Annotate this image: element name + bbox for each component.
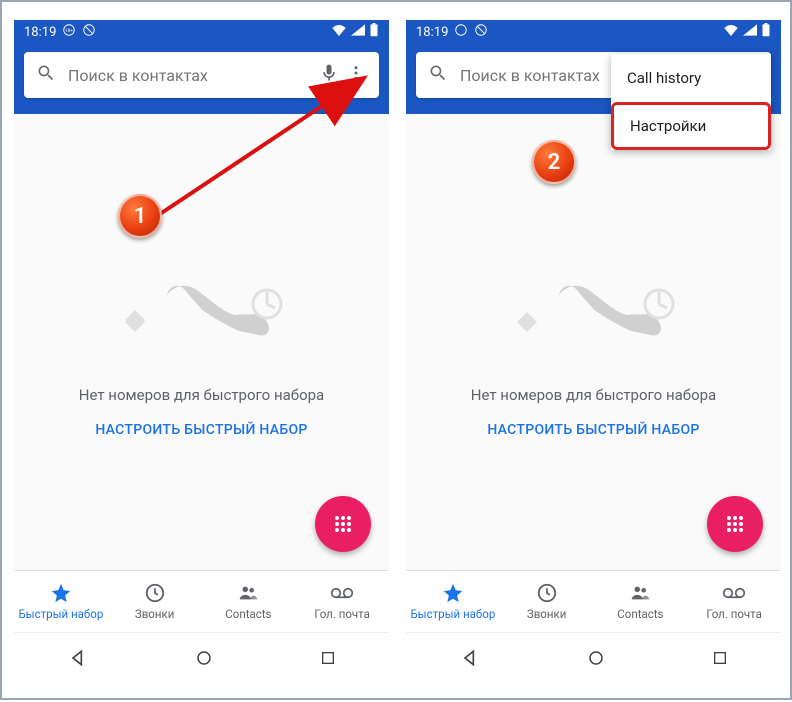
nav-label: Contacts (617, 607, 663, 621)
nav-label: Гол. почта (314, 607, 370, 621)
nav-label: Contacts (225, 607, 271, 621)
overflow-menu: Call history Настройки (611, 54, 771, 150)
back-key[interactable] (68, 648, 88, 672)
system-nav-bar (14, 632, 389, 680)
mic-icon[interactable] (319, 63, 339, 87)
empty-state-message: Нет номеров для быстрого набора (471, 386, 716, 404)
search-bar[interactable]: Поиск в контактах (24, 52, 379, 98)
empty-state-illustration (509, 256, 679, 356)
search-icon (36, 63, 56, 87)
dialpad-fab[interactable] (707, 496, 763, 552)
status-bar: 18:19 (406, 20, 781, 44)
app-bar: Поиск в контактах (14, 44, 389, 114)
svg-text:18+: 18+ (65, 28, 73, 34)
status-nodata-icon (82, 23, 96, 41)
search-placeholder: Поиск в контактах (68, 66, 319, 85)
search-icon (428, 63, 448, 87)
nav-contacts[interactable]: Contacts (594, 571, 688, 632)
wifi-icon (723, 24, 739, 40)
overflow-menu-button[interactable] (339, 56, 373, 94)
status-nodata-icon (474, 23, 488, 41)
home-key[interactable] (195, 649, 213, 671)
back-key[interactable] (460, 648, 480, 672)
nav-calls[interactable]: Звонки (500, 571, 594, 632)
empty-state-illustration (117, 256, 287, 356)
nav-voicemail[interactable]: Гол. почта (295, 571, 389, 632)
nav-speed-dial[interactable]: Быстрый набор (406, 571, 500, 632)
status-badge-icon (454, 23, 468, 41)
tutorial-canvas: 18:19 18+ (0, 0, 792, 700)
main-content: Нет номеров для быстрого набора НАСТРОИТ… (14, 114, 389, 570)
nav-label: Быстрый набор (410, 607, 495, 621)
status-time: 18:19 (416, 25, 448, 40)
status-time: 18:19 (24, 25, 56, 40)
nav-speed-dial[interactable]: Быстрый набор (14, 571, 108, 632)
recents-key[interactable] (320, 650, 336, 670)
nav-label: Звонки (135, 607, 174, 621)
system-nav-bar (406, 632, 781, 680)
signal-icon (351, 24, 365, 40)
dialpad-fab[interactable] (315, 496, 371, 552)
main-content: Нет номеров для быстрого набора НАСТРОИТ… (406, 114, 781, 570)
menu-call-history[interactable]: Call history (611, 54, 771, 102)
battery-icon (369, 23, 379, 41)
setup-speed-dial-button[interactable]: НАСТРОИТЬ БЫСТРЫЙ НАБОР (487, 422, 699, 438)
recents-key[interactable] (712, 650, 728, 670)
nav-contacts[interactable]: Contacts (202, 571, 296, 632)
status-bar: 18:19 18+ (14, 20, 389, 44)
nav-calls[interactable]: Звонки (108, 571, 202, 632)
nav-voicemail[interactable]: Гол. почта (687, 571, 781, 632)
nav-label: Звонки (527, 607, 566, 621)
annotation-step-1: 1 (118, 194, 162, 238)
battery-icon (761, 23, 771, 41)
home-key[interactable] (587, 649, 605, 671)
bottom-nav: Быстрый набор Звонки Contacts Гол. почта (14, 570, 389, 632)
wifi-icon (331, 24, 347, 40)
bottom-nav: Быстрый набор Звонки Contacts Гол. почта (406, 570, 781, 632)
nav-label: Гол. почта (706, 607, 762, 621)
phone-screenshot-2: 18:19 Поиск в контактах (406, 20, 781, 680)
phone-screenshot-1: 18:19 18+ (14, 20, 389, 680)
nav-label: Быстрый набор (18, 607, 103, 621)
status-badge-icon: 18+ (62, 23, 76, 41)
signal-icon (743, 24, 757, 40)
setup-speed-dial-button[interactable]: НАСТРОИТЬ БЫСТРЫЙ НАБОР (95, 422, 307, 438)
menu-settings[interactable]: Настройки (611, 102, 771, 150)
empty-state-message: Нет номеров для быстрого набора (79, 386, 324, 404)
annotation-step-2: 2 (532, 140, 576, 184)
